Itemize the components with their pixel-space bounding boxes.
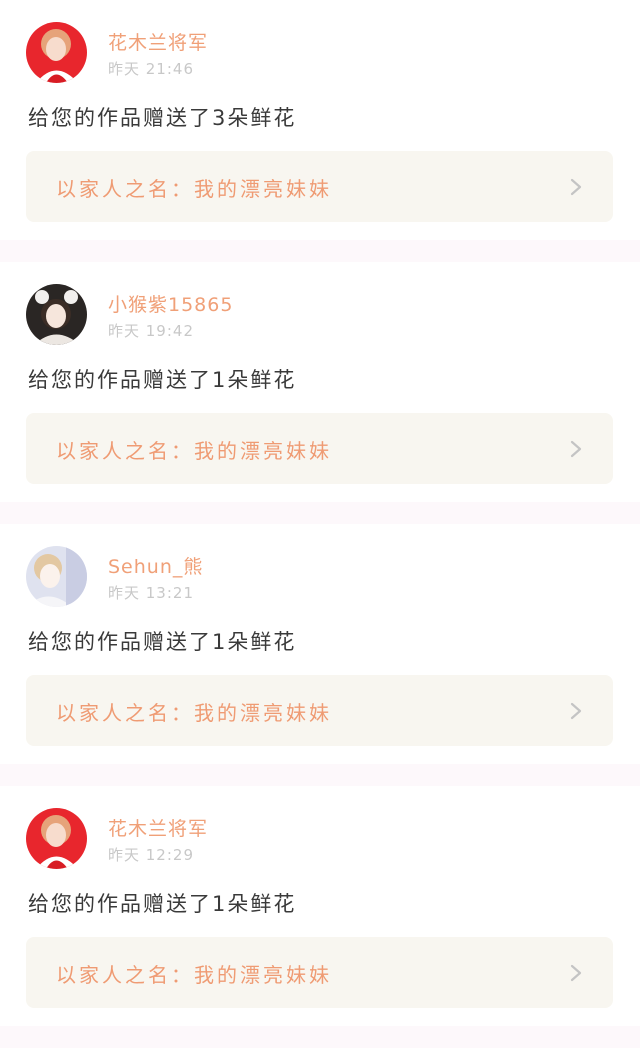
gift-notification-feed: 花木兰将军 昨天 21:46 给您的作品赠送了3朵鲜花 以家人之名：我的漂亮妹妹… <box>0 0 640 1048</box>
chevron-right-icon <box>570 702 582 720</box>
username[interactable]: 花木兰将军 <box>108 814 208 841</box>
soft-light-portrait-icon <box>26 546 87 607</box>
avatar[interactable] <box>26 22 87 83</box>
gift-notification-card: Sehun_熊 昨天 13:21 给您的作品赠送了1朵鲜花 以家人之名：我的漂亮… <box>0 524 640 764</box>
gift-message: 给您的作品赠送了1朵鲜花 <box>28 630 297 654</box>
red-dress-portrait-icon <box>26 808 87 869</box>
chevron-right-icon <box>570 964 582 982</box>
gift-notification-card: 花木兰将军 昨天 12:29 给您的作品赠送了1朵鲜花 以家人之名：我的漂亮妹妹 <box>0 786 640 1026</box>
avatar[interactable] <box>26 546 87 607</box>
avatar[interactable] <box>26 808 87 869</box>
separator <box>0 502 640 524</box>
work-title: 以家人之名：我的漂亮妹妹 <box>56 963 332 987</box>
gift-notification-card: 小猴紫15865 昨天 19:42 给您的作品赠送了1朵鲜花 以家人之名：我的漂… <box>0 262 640 502</box>
work-link[interactable]: 以家人之名：我的漂亮妹妹 <box>26 675 613 746</box>
girl-with-bear-ears-portrait-icon <box>26 284 87 345</box>
work-link[interactable]: 以家人之名：我的漂亮妹妹 <box>26 937 613 1008</box>
gift-message: 给您的作品赠送了3朵鲜花 <box>28 106 297 130</box>
gift-notification-card: 花木兰将军 昨天 21:46 给您的作品赠送了3朵鲜花 以家人之名：我的漂亮妹妹 <box>0 0 640 240</box>
username[interactable]: 小猴紫15865 <box>108 290 233 317</box>
red-dress-portrait-icon <box>26 22 87 83</box>
work-title: 以家人之名：我的漂亮妹妹 <box>56 439 332 463</box>
chevron-right-icon <box>570 440 582 458</box>
chevron-right-icon <box>570 178 582 196</box>
work-link[interactable]: 以家人之名：我的漂亮妹妹 <box>26 413 613 484</box>
timestamp: 昨天 19:42 <box>108 322 194 340</box>
separator <box>0 240 640 262</box>
timestamp: 昨天 13:21 <box>108 584 194 602</box>
work-link[interactable]: 以家人之名：我的漂亮妹妹 <box>26 151 613 222</box>
work-title: 以家人之名：我的漂亮妹妹 <box>56 177 332 201</box>
separator <box>0 764 640 786</box>
username[interactable]: 花木兰将军 <box>108 28 208 55</box>
username[interactable]: Sehun_熊 <box>108 552 203 579</box>
gift-message: 给您的作品赠送了1朵鲜花 <box>28 368 297 392</box>
avatar[interactable] <box>26 284 87 345</box>
timestamp: 昨天 21:46 <box>108 60 194 78</box>
gift-message: 给您的作品赠送了1朵鲜花 <box>28 892 297 916</box>
separator <box>0 1026 640 1048</box>
timestamp: 昨天 12:29 <box>108 846 194 864</box>
work-title: 以家人之名：我的漂亮妹妹 <box>56 701 332 725</box>
